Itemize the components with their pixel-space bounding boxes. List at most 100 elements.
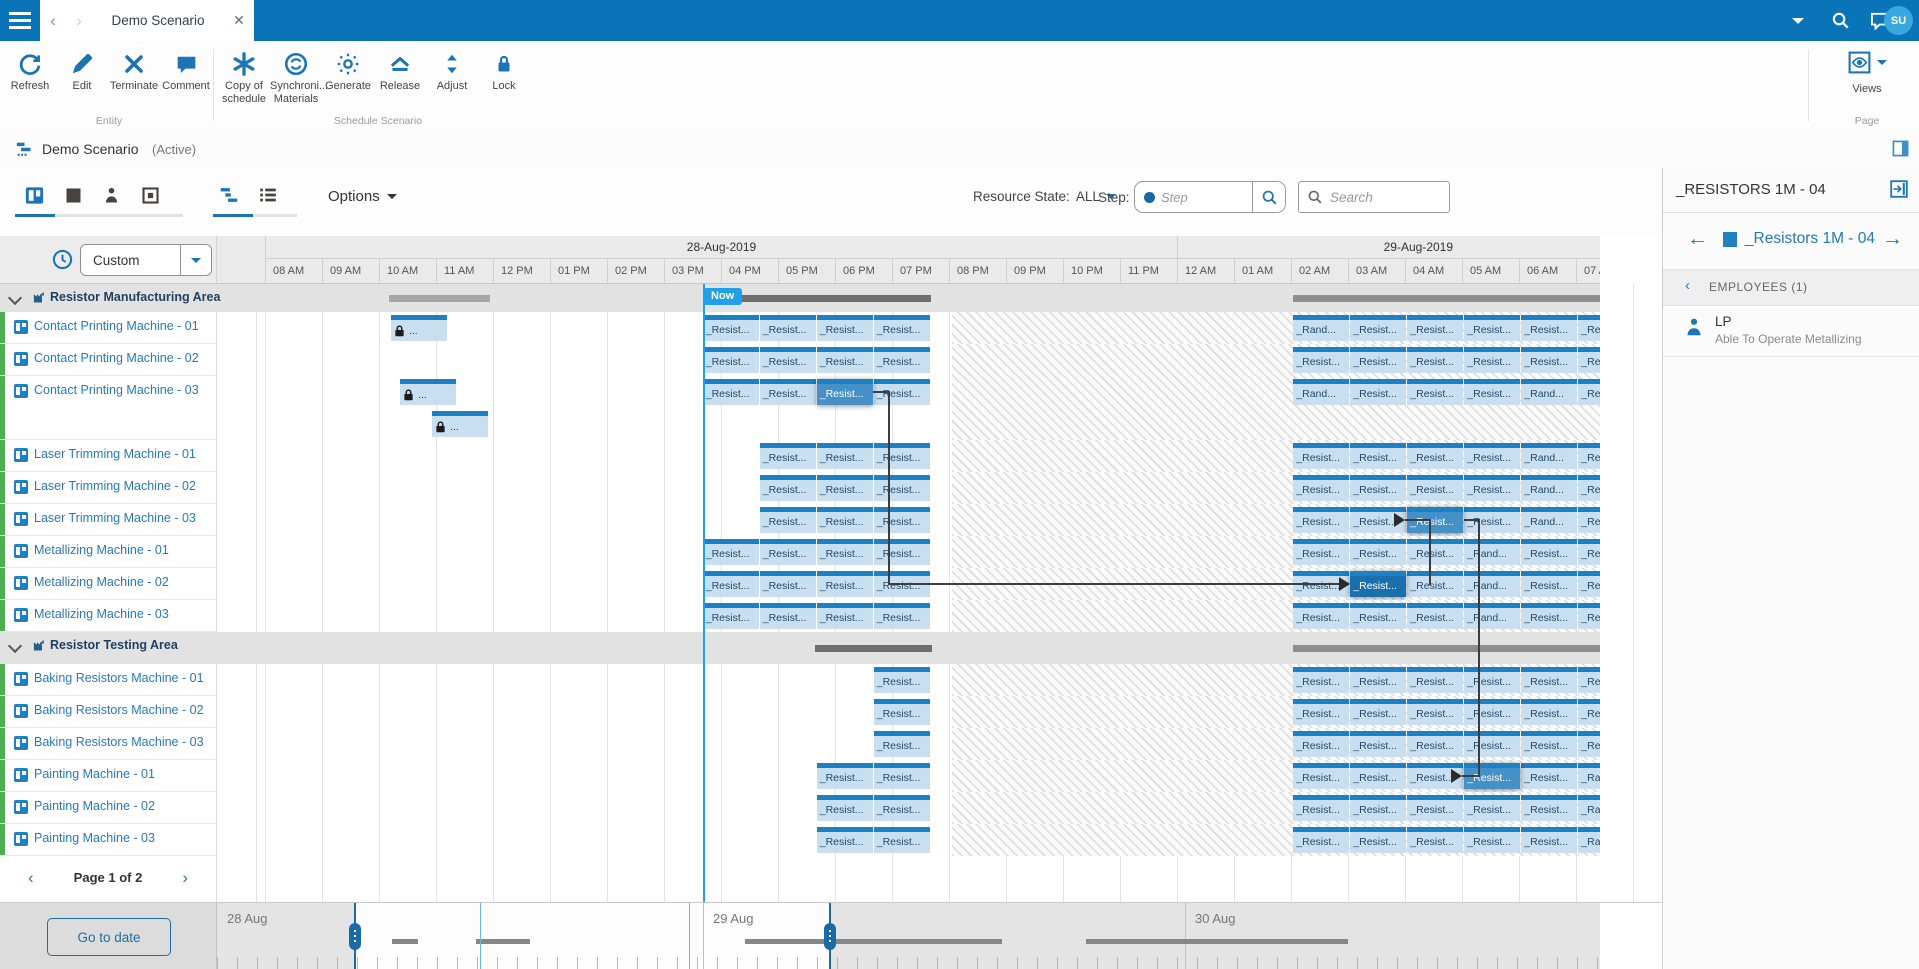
gantt-bar[interactable]: _Rand... <box>1521 475 1577 501</box>
locked-task-bar[interactable]: ... <box>432 411 488 437</box>
gantt-bar[interactable]: _Resist... <box>760 539 816 565</box>
group-label-cell[interactable]: Resistor Manufacturing Area <box>0 284 217 312</box>
page-next-icon[interactable]: › <box>182 868 188 888</box>
gantt-bar[interactable]: _Resist... <box>1464 379 1520 405</box>
gantt-bar[interactable]: _Resist... <box>703 603 759 629</box>
gantt-bar[interactable]: _Resist... <box>1407 699 1463 725</box>
gantt-bar[interactable]: _Resist... <box>1293 699 1349 725</box>
board-view-icon[interactable] <box>21 182 47 208</box>
collapse-section-icon[interactable]: ‹ <box>1685 277 1690 294</box>
gantt-bar[interactable]: _Resist... <box>760 347 816 373</box>
gantt-bar[interactable]: _Resist... <box>1293 795 1349 821</box>
gantt-bar[interactable]: _Resist... <box>817 763 873 789</box>
gantt-bar[interactable]: _Rand... <box>1521 379 1577 405</box>
gantt-bar[interactable]: _Resist... <box>817 827 873 853</box>
gantt-bar-selected[interactable]: _Resist... <box>817 379 873 405</box>
gantt-bar[interactable]: _Resist... <box>1407 475 1463 501</box>
gantt-bar[interactable]: _Resist... <box>1350 475 1406 501</box>
gantt-bar[interactable]: _Resist... <box>1350 347 1406 373</box>
gantt-bar[interactable]: _Resist... <box>1464 347 1520 373</box>
resource-label-cell[interactable]: Metallizing Machine - 01 <box>0 536 217 568</box>
gantt-bar[interactable]: _Rand... <box>1464 571 1520 597</box>
resource-label-cell[interactable]: Baking Resistors Machine - 03 <box>0 728 217 760</box>
gantt-bar[interactable]: _Resist... <box>817 795 873 821</box>
employees-section-header[interactable]: ‹ EMPLOYEES (1) <box>1663 270 1919 306</box>
open-panel-icon[interactable] <box>1890 180 1908 203</box>
gantt-bar[interactable]: _Resist... <box>1464 827 1520 853</box>
gantt-bar[interactable]: _Resist... <box>1407 379 1463 405</box>
gantt-bar[interactable]: _Resist... <box>703 347 759 373</box>
resource-label-cell[interactable]: Metallizing Machine - 03 <box>0 600 217 632</box>
gantt-bar[interactable]: _Resist... <box>874 539 930 565</box>
gantt-bar[interactable]: _Resist... <box>874 699 930 725</box>
comment-button[interactable]: Comment <box>160 48 212 93</box>
gantt-bar[interactable]: _Rand... <box>1521 443 1577 469</box>
history-forward-icon[interactable]: › <box>66 11 92 31</box>
gantt-bar[interactable]: _Resist... <box>1521 699 1577 725</box>
gantt-bar-selected[interactable]: _Resist... <box>1350 571 1406 597</box>
gantt-bar[interactable]: _Resist... <box>1521 763 1577 789</box>
gantt-bar[interactable]: _Resist... <box>1578 443 1600 469</box>
gantt-bar[interactable]: _Resist... <box>817 347 873 373</box>
employee-list-item[interactable]: LP Able To Operate Metallizing <box>1663 306 1919 357</box>
refresh-button[interactable]: Refresh <box>4 48 56 93</box>
gantt-bar[interactable]: _Resist... <box>817 475 873 501</box>
gantt-bar[interactable]: _Resist... <box>1464 475 1520 501</box>
resource-label-cell[interactable]: Laser Trimming Machine - 01 <box>0 440 217 472</box>
gantt-bar[interactable]: _Resist... <box>1521 731 1577 757</box>
gantt-bar[interactable]: _Resist... <box>1578 731 1600 757</box>
gantt-bar[interactable]: _Resist... <box>703 315 759 341</box>
gantt-bar[interactable]: _Resist... <box>1293 731 1349 757</box>
gantt-bar[interactable]: _Resist... <box>1407 539 1463 565</box>
gantt-bar[interactable]: _Resist... <box>1407 667 1463 693</box>
gantt-bar[interactable]: _Resist... <box>1464 795 1520 821</box>
resource-label-cell[interactable]: Contact Printing Machine - 02 <box>0 344 217 376</box>
gantt-bar[interactable]: _Resist... <box>1407 315 1463 341</box>
step-input[interactable] <box>1155 190 1252 205</box>
gantt-bar[interactable]: _Resist... <box>1293 507 1349 533</box>
gantt-bar[interactable]: _Resist... <box>874 795 930 821</box>
go-to-date-button[interactable]: Go to date <box>47 918 171 956</box>
gantt-bar[interactable]: _Resist... <box>1521 315 1577 341</box>
gantt-bar[interactable]: _Resist... <box>1407 443 1463 469</box>
range-handle[interactable] <box>349 923 361 950</box>
generate-button[interactable]: Generate <box>322 48 374 93</box>
edit-button[interactable]: Edit <box>56 48 108 93</box>
range-handle[interactable] <box>824 923 836 950</box>
gantt-bar[interactable]: _Resist... <box>1521 827 1577 853</box>
resource-label-cell[interactable]: Painting Machine - 03 <box>0 824 217 856</box>
user-avatar[interactable]: SU <box>1884 6 1913 35</box>
gantt-bar[interactable]: _Resist... <box>760 315 816 341</box>
gantt-bar[interactable]: _Resist... <box>1350 731 1406 757</box>
resource-label-cell[interactable]: Contact Printing Machine - 01 <box>0 312 217 344</box>
gantt-bar[interactable]: _Resist... <box>1578 507 1600 533</box>
group-label-cell[interactable]: Resistor Testing Area <box>0 632 217 664</box>
copy-of-schedule-button[interactable]: Copy of schedule <box>218 48 270 105</box>
gantt-bar[interactable]: _Resist... <box>1293 603 1349 629</box>
gantt-bar[interactable]: _Resist... <box>1464 731 1520 757</box>
views-button[interactable] <box>1847 50 1887 75</box>
person-view-icon[interactable] <box>98 182 124 208</box>
tab-close-icon[interactable]: ✕ <box>224 12 254 29</box>
gantt-bar[interactable]: _Resist... <box>874 443 930 469</box>
scenario-tab[interactable]: ‹ › Demo Scenario ✕ <box>40 0 254 41</box>
next-entity-icon[interactable]: → <box>1882 227 1903 251</box>
resource-label-cell[interactable]: Painting Machine - 02 <box>0 792 217 824</box>
gantt-bar[interactable]: _Rand... <box>1293 315 1349 341</box>
adjust-button[interactable]: Adjust <box>426 48 478 93</box>
gantt-bar[interactable]: _Resist... <box>1521 795 1577 821</box>
gantt-bar[interactable]: _Resist... <box>1350 315 1406 341</box>
panel-layout-icon[interactable] <box>1892 140 1909 162</box>
gantt-bar[interactable]: _Resist... <box>760 507 816 533</box>
search-input[interactable] <box>1323 190 1449 205</box>
gantt-bar[interactable]: _Resist... <box>1293 539 1349 565</box>
gantt-bar[interactable]: _Resist... <box>1521 347 1577 373</box>
gantt-bar[interactable]: _Rand... <box>1578 763 1600 789</box>
options-dropdown[interactable]: Options <box>328 188 397 205</box>
gantt-bar[interactable]: _Resist... <box>1578 571 1600 597</box>
gantt-bar[interactable]: _Resist... <box>703 379 759 405</box>
gantt-bar[interactable]: _Resist... <box>1464 699 1520 725</box>
release-button[interactable]: Release <box>374 48 426 93</box>
list-view-icon[interactable] <box>255 182 281 208</box>
frame-view-icon[interactable] <box>137 182 163 208</box>
